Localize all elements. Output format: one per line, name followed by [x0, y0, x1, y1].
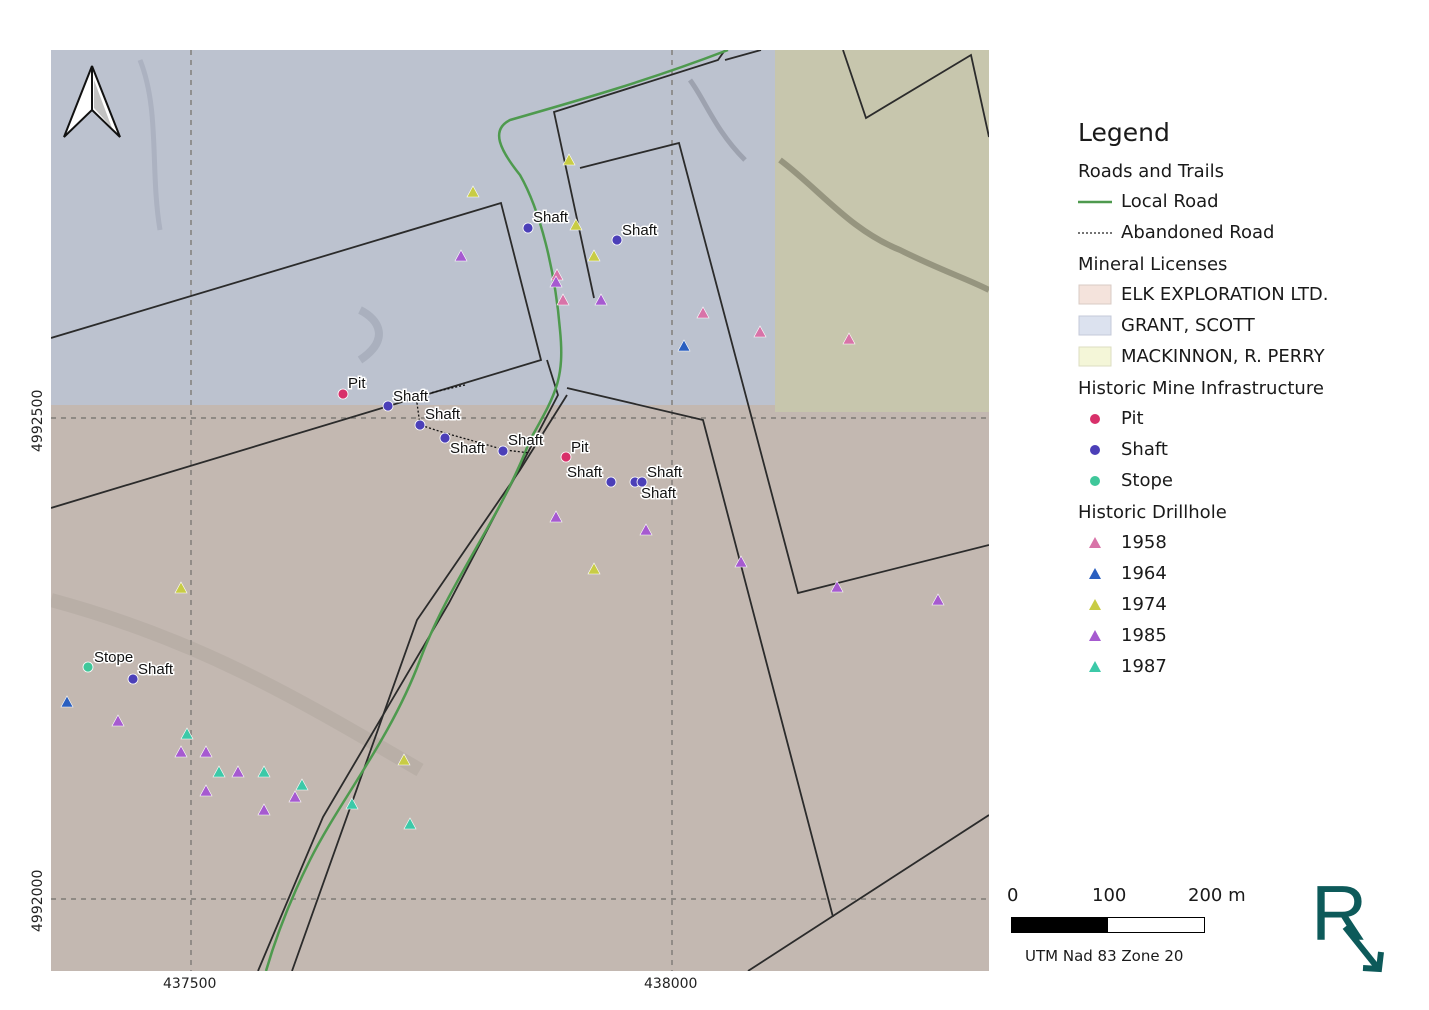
legend-item-1958: 1958	[1078, 527, 1408, 558]
dashed-line-swatch-icon	[1078, 223, 1121, 243]
legend-item-label: Stope	[1121, 470, 1173, 491]
scale-tick-label: 0	[1007, 885, 1019, 906]
shaft-label: Shaft	[508, 432, 544, 449]
shaft-label: Shaft	[450, 440, 486, 457]
shaft-marker[interactable]	[497, 445, 509, 457]
legend-item-1987: 1987	[1078, 651, 1408, 682]
scale-tick-label: 100	[1092, 885, 1127, 906]
triangle-icon	[1078, 626, 1121, 646]
shaft-label: Shaft	[567, 464, 603, 481]
legend-item-local-road: Local Road	[1078, 186, 1408, 217]
pit-label: Pit	[571, 439, 589, 456]
y-tick-label: 4992500	[30, 389, 46, 452]
legend-item-label: Pit	[1121, 408, 1144, 429]
shaft-label: Shaft	[138, 661, 174, 678]
box-swatch-icon	[1078, 284, 1121, 305]
legend-item-label: ELK EXPLORATION LTD.	[1121, 284, 1329, 305]
pit-label: Pit	[348, 375, 366, 392]
legend-item-label: 1985	[1121, 625, 1167, 646]
shaft-marker[interactable]	[605, 476, 617, 488]
legend-item-pit: Pit	[1078, 403, 1408, 434]
shaft-marker[interactable]	[611, 234, 623, 246]
x-tick-label: 438000	[644, 976, 698, 992]
shaft-label: Shaft	[647, 464, 683, 481]
legend-item-elk: ELK EXPLORATION LTD.	[1078, 279, 1408, 310]
map-svg: Pit Pit Shaft Shaft Shaft Shaft Shaft Sh…	[51, 50, 989, 971]
circle-icon	[1078, 440, 1121, 460]
shaft-marker[interactable]	[439, 432, 451, 444]
legend-group-title: Mineral Licenses	[1078, 254, 1228, 275]
legend-item-label: Abandoned Road	[1121, 222, 1275, 243]
x-tick-label: 437500	[163, 976, 217, 992]
scale-bar-graphic	[1011, 917, 1205, 933]
shaft-label: Shaft	[425, 406, 461, 423]
shaft-label: Shaft	[393, 388, 429, 405]
legend-item-label: 1958	[1121, 532, 1167, 553]
legend-item-mackinnon: MACKINNON, R. PERRY	[1078, 341, 1408, 372]
box-swatch-icon	[1078, 346, 1121, 367]
legend-group-title: Roads and Trails	[1078, 161, 1225, 182]
license-elk-area	[51, 405, 989, 971]
legend-item-shaft: Shaft	[1078, 434, 1408, 465]
circle-icon	[1078, 409, 1121, 429]
legend-item-label: 1987	[1121, 656, 1167, 677]
stope-marker[interactable]	[82, 661, 94, 673]
triangle-icon	[1078, 657, 1121, 677]
pit-marker[interactable]	[337, 388, 349, 400]
circle-icon	[1078, 471, 1121, 491]
line-swatch-icon	[1078, 192, 1121, 212]
crs-label: UTM Nad 83 Zone 20	[1025, 947, 1184, 965]
pit-marker[interactable]	[560, 451, 572, 463]
legend-item-label: MACKINNON, R. PERRY	[1121, 346, 1325, 367]
shaft-label: Shaft	[641, 485, 677, 502]
triangle-icon	[1078, 595, 1121, 615]
shaft-label: Shaft	[622, 222, 658, 239]
company-logo: R	[1305, 869, 1395, 982]
legend-panel: Legend Roads and Trails Local Road Aband…	[1078, 118, 1408, 682]
legend-item-label: Shaft	[1121, 439, 1168, 460]
shaft-marker[interactable]	[127, 673, 139, 685]
legend-item-label: 1964	[1121, 563, 1167, 584]
legend-item-1964: 1964	[1078, 558, 1408, 589]
y-tick-label: 4992000	[30, 869, 46, 932]
shaft-marker[interactable]	[522, 222, 534, 234]
legend-group-title: Historic Mine Infrastructure	[1078, 378, 1324, 399]
triangle-icon	[1078, 533, 1121, 553]
stope-label: Stope	[94, 649, 133, 666]
legend-item-1985: 1985	[1078, 620, 1408, 651]
legend-group-title: Historic Drillhole	[1078, 502, 1227, 523]
scale-tick-label: 200 m	[1188, 885, 1246, 906]
legend-item-grant: GRANT, SCOTT	[1078, 310, 1408, 341]
shaft-marker[interactable]	[382, 400, 394, 412]
legend-item-label: Local Road	[1121, 191, 1219, 212]
triangle-icon	[1078, 564, 1121, 584]
legend-title: Legend	[1078, 118, 1170, 147]
legend-item-1974: 1974	[1078, 589, 1408, 620]
box-swatch-icon	[1078, 315, 1121, 336]
legend-item-label: GRANT, SCOTT	[1121, 315, 1255, 336]
legend-item-abandoned-road: Abandoned Road	[1078, 217, 1408, 248]
license-mackinnon-area	[775, 50, 989, 412]
logo-icon: R	[1311, 869, 1384, 973]
legend-item-stope: Stope	[1078, 465, 1408, 496]
shaft-label: Shaft	[533, 209, 569, 226]
legend-item-label: 1974	[1121, 594, 1167, 615]
shaft-marker[interactable]	[414, 419, 426, 431]
map-canvas[interactable]: Pit Pit Shaft Shaft Shaft Shaft Shaft Sh…	[51, 50, 989, 971]
scale-bar: 0 100 200 m UTM Nad 83 Zone 20	[1005, 885, 1265, 975]
